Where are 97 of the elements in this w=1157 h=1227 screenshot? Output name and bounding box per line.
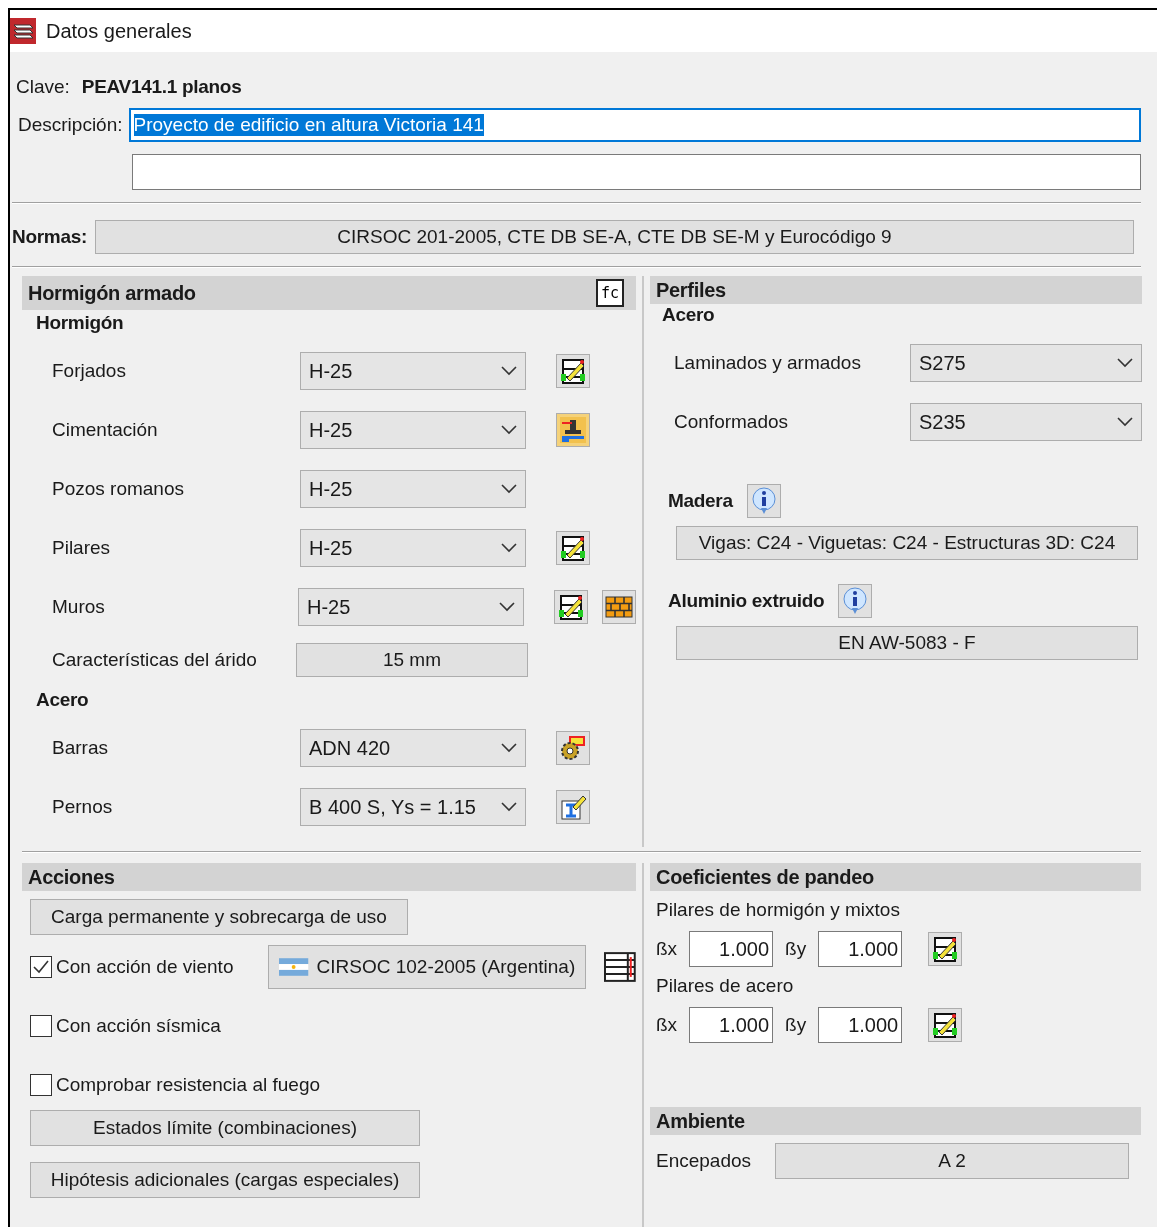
field-label: Encepados [656, 1150, 752, 1172]
project-key: PEAV141.1 planos [81, 76, 242, 98]
window-title: Datos generales [46, 19, 192, 43]
field-label: Clave: [16, 76, 70, 98]
bolt-settings-button[interactable] [556, 790, 590, 824]
formula-button[interactable]: fc [596, 279, 624, 307]
field-label: ßy [785, 938, 807, 960]
checkbox-label: Comprobar resistencia al fuego [56, 1074, 321, 1096]
material-dropdown[interactable]: H-25 [300, 470, 526, 508]
loads-button[interactable]: Carga permanente y sobrecarga de uso [30, 899, 408, 935]
pencil-frame-icon [931, 1011, 960, 1039]
field-label: Muros [52, 596, 106, 618]
checkbox[interactable] [30, 1015, 52, 1037]
section-title: Hormigón armado [28, 281, 196, 305]
rebar-settings-button[interactable] [556, 731, 590, 765]
info-icon [750, 487, 777, 515]
description-field[interactable] [132, 154, 1141, 190]
group-title: Hormigón [35, 311, 125, 335]
field-label: Barras [52, 737, 109, 759]
chevron-down-icon [501, 425, 517, 435]
field-label: Pozos romanos [52, 478, 185, 500]
field-label: ßx [656, 938, 678, 960]
field-label: Descripción: [18, 114, 123, 136]
group-title: Acero [661, 304, 716, 327]
material-dropdown[interactable]: H-25 [298, 588, 524, 626]
edit-button[interactable] [554, 590, 588, 624]
material-dropdown[interactable]: B 400 S, Ys = 1.15 [300, 788, 526, 826]
field-label: ßy [785, 1014, 807, 1036]
field-label: Pilares [52, 537, 112, 559]
aggregate-button[interactable]: 15 mm [296, 643, 528, 677]
pencil-frame-icon [557, 593, 585, 621]
pencil-frame-icon [559, 357, 587, 385]
field-label: Normas: [12, 226, 87, 248]
edit-button[interactable] [556, 531, 590, 565]
gear-icon [559, 734, 587, 762]
info-button[interactable] [838, 584, 873, 618]
check-icon [33, 960, 49, 974]
info-button[interactable] [746, 484, 781, 518]
field-label: Conformados [674, 411, 790, 433]
field-label: Características del árido [52, 649, 258, 671]
checkbox-label: Con acción de viento [56, 956, 235, 978]
exposure-class-button[interactable]: A 2 [775, 1143, 1129, 1179]
timber-button[interactable]: Vigas: C24 - Viguetas: C24 - Estructuras 3D: C24 [676, 526, 1138, 560]
material-dropdown[interactable]: ADN 420 [300, 729, 526, 767]
steel-section-icon [559, 793, 587, 821]
action-button[interactable]: Estados límite (combinaciones) [30, 1110, 420, 1146]
material-dropdown[interactable]: H-25 [300, 411, 526, 449]
material-dropdown[interactable]: H-25 [300, 529, 526, 567]
chevron-down-icon [501, 802, 517, 812]
pencil-frame-icon [931, 935, 960, 963]
coefficient-field[interactable]: 1.000 [818, 1007, 903, 1043]
description-field[interactable]: Proyecto de edificio en altura Victoria 141 [128, 108, 1141, 142]
action-button[interactable]: Hipótesis adicionales (cargas especiales) [30, 1162, 420, 1198]
chevron-down-icon [501, 484, 517, 494]
info-icon [842, 587, 869, 615]
chevron-down-icon [1117, 358, 1133, 368]
chevron-down-icon [501, 366, 517, 376]
coefficient-field[interactable]: 1.000 [818, 931, 903, 967]
checkbox[interactable] [30, 1074, 52, 1096]
coefficient-field[interactable]: 1.000 [689, 931, 774, 967]
steel-grade-dropdown[interactable]: S275 [910, 344, 1142, 382]
standards-button[interactable]: CIRSOC 201-2005, CTE DB SE-A, CTE DB SE-M y Eurocódigo 9 [95, 220, 1134, 254]
material-dropdown[interactable]: H-25 [300, 352, 526, 390]
group-title: Acero [35, 688, 90, 712]
field-label: Laminados y armados [674, 352, 862, 374]
brick-wall-icon [605, 596, 633, 618]
steel-grade-dropdown[interactable]: S235 [910, 403, 1142, 441]
footing-icon [559, 416, 587, 444]
section-title: Perfiles [656, 278, 726, 302]
group-title: Aluminio extruido [668, 590, 825, 612]
aluminium-button[interactable]: EN AW-5083 - F [676, 626, 1138, 660]
wind-code-button[interactable]: CIRSOC 102-2005 (Argentina) [268, 945, 587, 989]
field-label: ßx [656, 1014, 678, 1036]
foundation-button[interactable] [556, 413, 590, 447]
edit-button[interactable] [928, 1008, 963, 1042]
section-title: Acciones [28, 865, 115, 889]
flag-icon [279, 958, 309, 976]
chevron-down-icon [499, 602, 515, 612]
edit-button[interactable] [928, 932, 963, 966]
field-label: Pernos [52, 796, 114, 818]
field-label: Forjados [52, 360, 127, 382]
wall-button[interactable] [602, 590, 636, 624]
chevron-down-icon [501, 543, 517, 553]
section-title: Ambiente [656, 1109, 745, 1133]
edit-button[interactable] [556, 354, 590, 388]
group-title: Pilares de hormigón y mixtos [655, 898, 901, 922]
chevron-down-icon [501, 743, 517, 753]
checkbox[interactable] [30, 956, 52, 978]
pencil-frame-icon [559, 534, 587, 562]
checkbox-label: Con acción sísmica [56, 1015, 221, 1037]
group-title: Pilares de acero [655, 974, 795, 998]
section-title: Coeficientes de pandeo [656, 865, 874, 889]
field-label: Cimentación [52, 419, 159, 441]
coefficient-field[interactable]: 1.000 [689, 1007, 774, 1043]
group-title: Madera [668, 490, 733, 512]
chevron-down-icon [1117, 417, 1133, 427]
table-icon [604, 951, 636, 983]
